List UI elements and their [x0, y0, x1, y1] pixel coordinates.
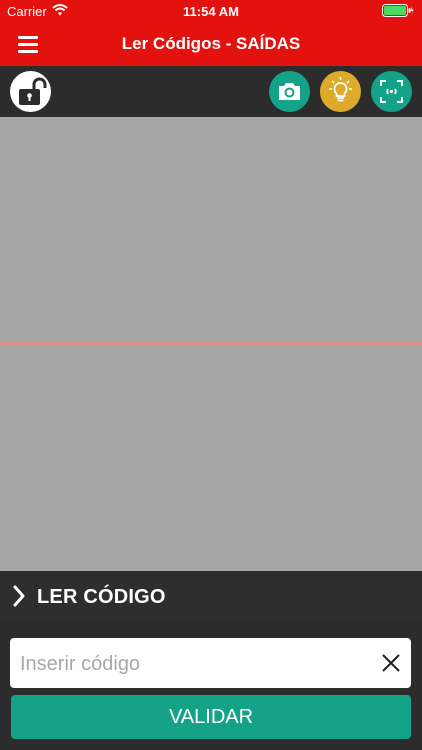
- page-title: Ler Códigos - SAÍDAS: [121, 34, 301, 53]
- code-input-box: [10, 638, 411, 688]
- section-label: LER CÓDIGO: [37, 586, 166, 608]
- lock-button[interactable]: [10, 71, 51, 112]
- navigation-bar: Ler Códigos - SAÍDAS: [0, 22, 422, 66]
- camera-viewfinder[interactable]: [0, 117, 422, 571]
- code-entry-panel: VALIDAR: [0, 621, 422, 750]
- camera-icon: [279, 83, 300, 100]
- close-icon[interactable]: [381, 653, 401, 673]
- chevron-right-icon: [12, 585, 26, 612]
- ler-codigo-toggle[interactable]: LER CÓDIGO: [0, 571, 422, 621]
- code-input[interactable]: [18, 647, 372, 681]
- unlocked-padlock-icon: [19, 77, 47, 105]
- validate-button[interactable]: VALIDAR: [11, 695, 411, 739]
- clock: 11:54 AM: [183, 4, 239, 19]
- focus-icon: [380, 80, 403, 103]
- status-bar: Carrier 11:54 AM: [0, 0, 422, 22]
- scan-line: [0, 342, 422, 345]
- flash-button[interactable]: [320, 71, 361, 112]
- scanner-toolbar: [0, 66, 422, 117]
- camera-button[interactable]: [269, 71, 310, 112]
- focus-button[interactable]: [371, 71, 412, 112]
- lightbulb-icon: [329, 77, 352, 102]
- battery-icon: [382, 4, 414, 20]
